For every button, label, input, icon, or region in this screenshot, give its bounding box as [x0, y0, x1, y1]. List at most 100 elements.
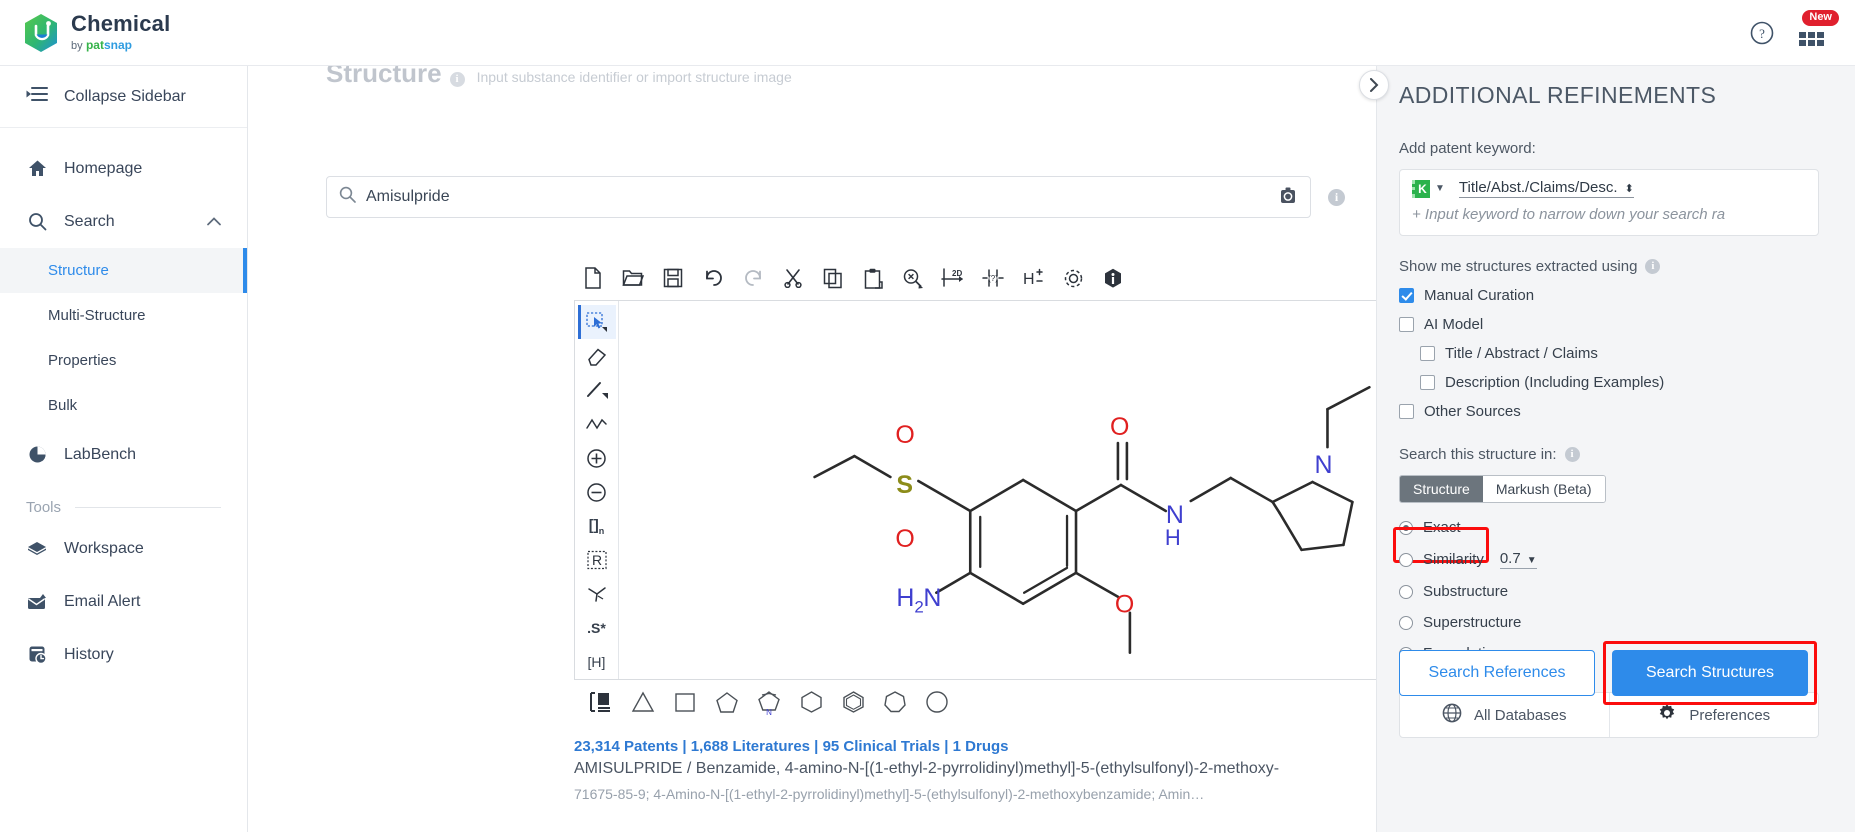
cyclooctane-ring[interactable]	[924, 689, 950, 715]
new-file-icon[interactable]	[578, 263, 608, 293]
radio-superstructure[interactable]: Superstructure	[1399, 614, 1855, 631]
result-link-drugs[interactable]: 1 Drugs	[953, 738, 1009, 755]
camera-icon[interactable]	[1278, 187, 1298, 207]
charge-minus-tool[interactable]	[578, 475, 616, 509]
radio-button[interactable]	[1399, 520, 1413, 535]
tab-markush-beta[interactable]: Markush (Beta)	[1482, 476, 1605, 502]
keyword-field-value: Title/Abst./Claims/Desc.	[1458, 179, 1618, 196]
checkbox-description-including-examples[interactable]: Description (Including Examples)	[1420, 374, 1855, 391]
sidebar-nav: Homepage Search Structure Multi-Structur…	[0, 128, 247, 681]
preferences-button[interactable]: Preferences	[1610, 693, 1819, 737]
cyclopentane-ring[interactable]	[714, 689, 740, 715]
zoom-clear-icon[interactable]	[898, 263, 928, 293]
checkbox-box[interactable]	[1420, 346, 1435, 361]
page-title-info-icon[interactable]: i	[449, 72, 465, 87]
stereo-tool[interactable]	[578, 577, 616, 611]
checkbox-box[interactable]	[1399, 404, 1414, 419]
chevron-down-icon[interactable]: ▼	[1435, 183, 1445, 194]
apps-grid-icon[interactable]: New	[1799, 9, 1839, 48]
charge-plus-tool[interactable]	[578, 441, 616, 475]
sidebar-item-workspace[interactable]: Workspace	[0, 522, 247, 575]
select-lasso-tool[interactable]	[577, 305, 616, 339]
collapse-sidebar-button[interactable]: Collapse Sidebar	[0, 66, 247, 128]
envelope-up-icon	[26, 593, 48, 611]
molecule-canvas[interactable]: S O O O O N H N H 2 N	[619, 301, 1376, 679]
layout-2d-icon[interactable]: 2D	[938, 263, 968, 293]
search-in-info-icon[interactable]: i	[1564, 447, 1580, 462]
search-info-icon[interactable]: i	[1328, 188, 1345, 206]
hydrogen-toggle-icon[interactable]: H	[1018, 263, 1048, 293]
settings-gear-icon[interactable]	[1058, 263, 1088, 293]
sidebar-item-labbench[interactable]: LabBench	[0, 428, 247, 481]
checkbox-title-abstract-claims[interactable]: Title / Abstract / Claims	[1420, 345, 1855, 362]
repeat-group-tool[interactable]: []n	[578, 509, 616, 543]
sidebar-item-multi-structure[interactable]: Multi-Structure	[0, 293, 247, 338]
search-references-button[interactable]: Search References	[1399, 650, 1595, 696]
sidebar-item-search[interactable]: Search	[0, 195, 247, 248]
checkbox-box[interactable]	[1399, 288, 1414, 303]
paste-icon[interactable]	[858, 263, 888, 293]
cycloheptane-ring[interactable]	[882, 689, 908, 715]
query-properties-icon[interactable]: (?)	[978, 263, 1008, 293]
benzene-ring[interactable]	[840, 689, 866, 715]
result-link-patents[interactable]: 23,314 Patents	[574, 738, 678, 755]
all-databases-button[interactable]: All Databases	[1400, 693, 1609, 737]
cyclohexane-ring[interactable]	[798, 689, 824, 715]
cut-scissors-icon[interactable]	[778, 263, 808, 293]
keyword-badge-icon[interactable]: K	[1412, 179, 1430, 198]
explicit-hydrogen-tool[interactable]: [H]	[578, 645, 616, 679]
template-library-icon[interactable]	[588, 689, 614, 715]
sidebar-item-structure[interactable]: Structure	[0, 248, 247, 293]
similarity-value-dropdown[interactable]: 0.7 ▼	[1499, 550, 1537, 569]
sidebar-item-properties[interactable]: Properties	[0, 338, 247, 383]
radio-exact-label: Exact	[1423, 519, 1461, 536]
tab-structure[interactable]: Structure	[1400, 476, 1483, 502]
single-bond-tool[interactable]	[578, 373, 616, 407]
keyword-field-select[interactable]: Title/Abst./Claims/Desc. ⬍	[1458, 179, 1634, 198]
r-group-tool[interactable]: R	[578, 543, 616, 577]
about-info-icon[interactable]	[1098, 263, 1128, 293]
radio-button[interactable]	[1399, 615, 1413, 630]
keyword-input-box[interactable]: K ▼ Title/Abst./Claims/Desc. ⬍ + Input ke…	[1399, 169, 1819, 236]
search-input[interactable]	[366, 188, 1278, 206]
eraser-tool[interactable]	[578, 339, 616, 373]
open-folder-icon[interactable]	[618, 263, 648, 293]
sidebar-item-history-label: History	[64, 645, 114, 663]
structure-search-box[interactable]	[326, 176, 1311, 218]
undo-icon[interactable]	[698, 263, 728, 293]
cyclobutane-ring[interactable]	[672, 689, 698, 715]
save-disk-icon[interactable]	[658, 263, 688, 293]
radio-button[interactable]	[1399, 552, 1413, 567]
pyrrole-ring[interactable]: N	[756, 689, 782, 715]
checkbox-box[interactable]	[1399, 317, 1414, 332]
brand-logo[interactable]: Chemical by patsnap	[22, 13, 170, 53]
help-icon[interactable]: ?	[1749, 20, 1775, 46]
radio-button[interactable]	[1399, 584, 1413, 599]
keyword-placeholder[interactable]: + Input keyword to narrow down your sear…	[1412, 206, 1806, 223]
cyclopropane-ring[interactable]	[630, 689, 656, 715]
atom-dot-tool[interactable]: .S*	[578, 611, 616, 645]
panel-collapse-toggle[interactable]	[1359, 70, 1389, 100]
result-links[interactable]: 23,314 Patents | 1,688 Literatures | 95 …	[574, 738, 1376, 755]
chain-tool[interactable]	[578, 407, 616, 441]
checkbox-box[interactable]	[1420, 375, 1435, 390]
sidebar-item-bulk[interactable]: Bulk	[0, 383, 247, 428]
radio-substructure[interactable]: Substructure	[1399, 583, 1855, 600]
result-link-literatures[interactable]: 1,688 Literatures	[691, 738, 810, 755]
extracted-info-icon[interactable]: i	[1645, 259, 1661, 274]
copy-icon[interactable]	[818, 263, 848, 293]
extracted-using-label: Show me structures extracted using i	[1399, 258, 1855, 275]
radio-exact[interactable]: Exact	[1399, 519, 1855, 536]
sidebar-item-history[interactable]: History	[0, 628, 247, 681]
redo-icon[interactable]	[738, 263, 768, 293]
checkbox-title-abstract-claims-label: Title / Abstract / Claims	[1445, 345, 1598, 362]
svg-text:O: O	[895, 421, 914, 449]
radio-similarity[interactable]: Similarity 0.7 ▼	[1399, 550, 1855, 569]
checkbox-other-sources[interactable]: Other Sources	[1399, 403, 1855, 420]
sidebar-item-email-alert[interactable]: Email Alert	[0, 575, 247, 628]
search-structures-button[interactable]: Search Structures	[1612, 650, 1808, 696]
checkbox-manual-curation[interactable]: Manual Curation	[1399, 287, 1855, 304]
sidebar-item-homepage[interactable]: Homepage	[0, 142, 247, 195]
result-link-clinical-trials[interactable]: 95 Clinical Trials	[823, 738, 941, 755]
checkbox-ai-model[interactable]: AI Model	[1399, 316, 1855, 333]
